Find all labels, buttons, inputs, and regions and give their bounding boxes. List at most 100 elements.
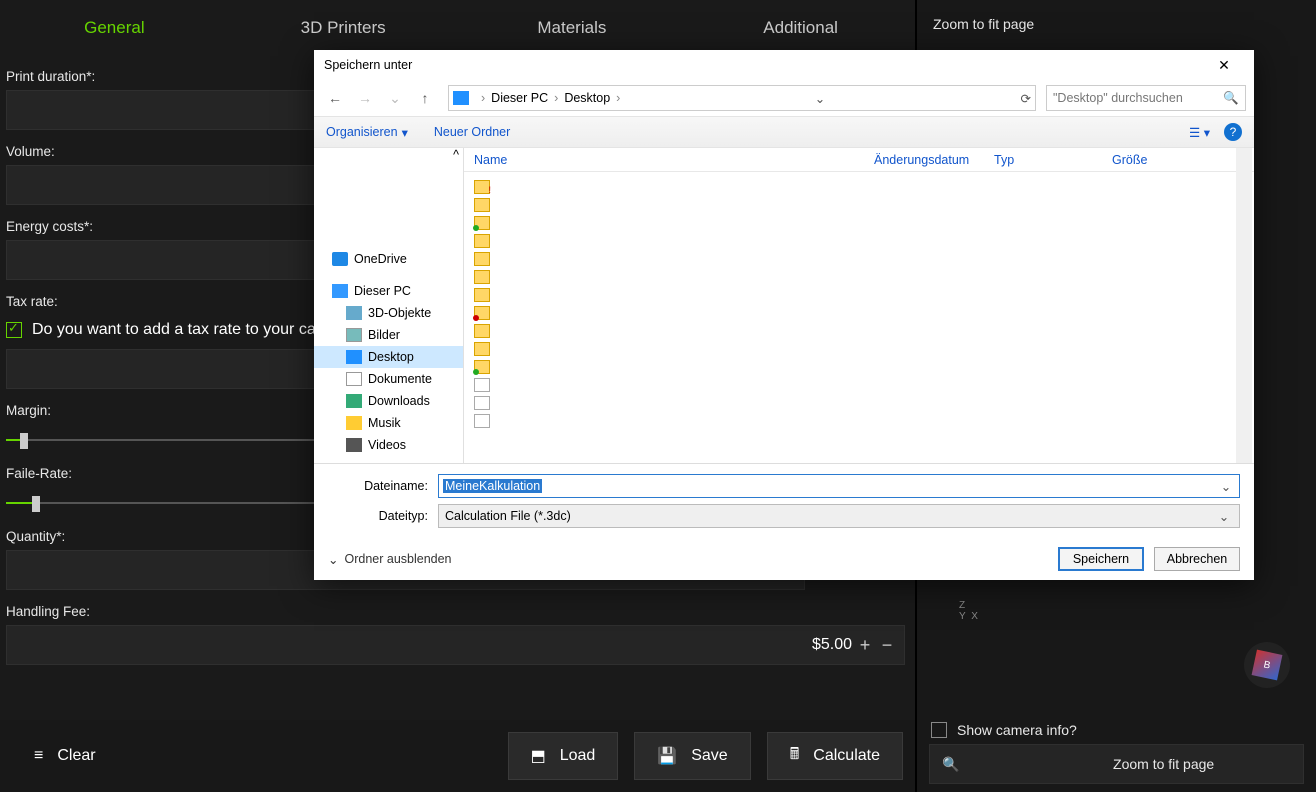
filename-input[interactable]: MeineKalkulation ⌄ xyxy=(438,474,1240,498)
tax-checkbox[interactable] xyxy=(6,322,22,338)
handling-minus-button[interactable]: − xyxy=(878,636,896,654)
tree-pictures[interactable]: Bilder xyxy=(314,324,463,346)
tabs: General 3D Printers Materials Additional xyxy=(0,0,915,55)
tree-3d-objects[interactable]: 3D-Objekte xyxy=(314,302,463,324)
picture-icon xyxy=(346,328,362,342)
zoom-title: Zoom to fit page xyxy=(929,8,1304,32)
list-item[interactable] xyxy=(474,360,490,374)
tab-additional[interactable]: Additional xyxy=(686,18,915,38)
bottom-bar: ≡ Clear ⬒ Load 💾 Save 🖩 Calculate xyxy=(0,720,915,792)
filetype-select[interactable]: Calculation File (*.3dc) ⌄ xyxy=(438,504,1240,528)
filename-value: MeineKalkulation xyxy=(443,479,542,493)
cube-icon xyxy=(346,306,362,320)
col-date[interactable]: Änderungsdatum xyxy=(864,153,984,167)
refresh-button[interactable]: ⟳ xyxy=(1021,91,1031,106)
file-list: Name Änderungsdatum Typ Größe xyxy=(464,148,1254,463)
nav-up-button[interactable]: ↑ xyxy=(412,85,438,111)
list-item[interactable] xyxy=(474,324,490,338)
handling-plus-button[interactable]: + xyxy=(856,636,874,654)
save-as-dialog: Speichern unter ✕ ← → ⌄ ↑ › Dieser PC › … xyxy=(314,50,1254,580)
filetype-value: Calculation File (*.3dc) xyxy=(445,509,571,523)
calculate-label: Calculate xyxy=(813,747,880,765)
desktop-icon xyxy=(346,350,362,364)
filetype-dropdown[interactable]: ⌄ xyxy=(1215,509,1233,524)
zoom-fit-label: Zoom to fit page xyxy=(1113,756,1214,772)
pc-icon xyxy=(332,284,348,298)
list-item[interactable] xyxy=(474,378,490,392)
tree-pc[interactable]: Dieser PC xyxy=(314,280,463,302)
view-options-button[interactable]: ☰ ▾ xyxy=(1189,125,1210,140)
calculator-icon: 🖩 xyxy=(790,743,800,770)
organize-button[interactable]: Organisieren ▾ xyxy=(326,125,408,140)
list-item[interactable] xyxy=(474,252,490,266)
save-button[interactable]: 💾 Save xyxy=(634,732,750,780)
list-item[interactable] xyxy=(474,414,490,428)
folder-tree: ^ OneDrive Dieser PC 3D-Objekte Bilder D… xyxy=(314,148,464,463)
file-list-scrollbar[interactable] xyxy=(1236,148,1252,463)
clear-icon: ≡ xyxy=(34,747,43,765)
search-placeholder: "Desktop" durchsuchen xyxy=(1053,91,1183,105)
load-icon: ⬒ xyxy=(531,746,546,766)
camera-info-label: Show camera info? xyxy=(957,722,1077,738)
breadcrumb[interactable]: › Dieser PC › Desktop › ⌄ ⟳ xyxy=(448,85,1036,111)
tree-videos[interactable]: Videos xyxy=(314,434,463,456)
close-button[interactable]: ✕ xyxy=(1204,52,1244,78)
list-item[interactable] xyxy=(474,216,490,230)
chevron-down-icon: ⌄ xyxy=(328,552,338,567)
help-button[interactable]: ? xyxy=(1224,123,1242,141)
tab-materials[interactable]: Materials xyxy=(458,18,687,38)
filename-dropdown[interactable]: ⌄ xyxy=(1217,479,1235,494)
search-icon[interactable]: 🔍 xyxy=(1223,91,1239,106)
nav-recent-button[interactable]: ⌄ xyxy=(382,85,408,111)
zoom-fit-button[interactable]: 🔍 Zoom to fit page xyxy=(929,744,1304,784)
nav-forward-button[interactable]: → xyxy=(352,85,378,111)
document-icon xyxy=(346,372,362,386)
calculate-button[interactable]: 🖩 Calculate xyxy=(767,732,903,780)
tree-scroll-up[interactable]: ^ xyxy=(453,148,459,162)
crumb-pc[interactable]: Dieser PC xyxy=(491,91,548,105)
list-item[interactable] xyxy=(474,234,490,248)
load-button[interactable]: ⬒ Load xyxy=(508,732,619,780)
tab-3d-printers[interactable]: 3D Printers xyxy=(229,18,458,38)
col-type[interactable]: Typ xyxy=(984,153,1102,167)
list-item[interactable] xyxy=(474,198,490,212)
save-label: Save xyxy=(691,747,727,765)
search-input[interactable]: "Desktop" durchsuchen 🔍 xyxy=(1046,85,1246,111)
video-icon xyxy=(346,438,362,452)
crumb-desktop[interactable]: Desktop xyxy=(564,91,610,105)
col-size[interactable]: Größe xyxy=(1102,153,1182,167)
music-icon xyxy=(346,416,362,430)
tab-general[interactable]: General xyxy=(0,18,229,38)
axis-gizmo: ZY X xyxy=(959,600,978,622)
download-icon xyxy=(346,394,362,408)
dialog-save-button[interactable]: Speichern xyxy=(1058,547,1144,571)
list-item[interactable] xyxy=(474,270,490,284)
list-item[interactable] xyxy=(474,180,490,194)
search-icon: 🔍 xyxy=(942,756,959,773)
list-item[interactable] xyxy=(474,288,490,302)
tree-music[interactable]: Musik xyxy=(314,412,463,434)
list-item[interactable] xyxy=(474,342,490,356)
dialog-cancel-button[interactable]: Abbrechen xyxy=(1154,547,1240,571)
tree-downloads[interactable]: Downloads xyxy=(314,390,463,412)
col-name[interactable]: Name xyxy=(464,153,864,167)
cloud-icon xyxy=(332,252,348,266)
clear-label: Clear xyxy=(57,747,95,765)
filename-label: Dateiname: xyxy=(328,479,438,493)
chevron-down-icon: ▾ xyxy=(402,125,408,140)
load-label: Load xyxy=(560,747,596,765)
save-icon: 💾 xyxy=(657,746,677,766)
tax-checkbox-label: Do you want to add a tax rate to your ca… xyxy=(32,321,353,339)
tree-desktop[interactable]: Desktop xyxy=(314,346,463,368)
tree-documents[interactable]: Dokumente xyxy=(314,368,463,390)
handling-input[interactable]: $5.00 + − xyxy=(6,625,905,665)
tree-onedrive[interactable]: OneDrive xyxy=(314,248,463,270)
nav-back-button[interactable]: ← xyxy=(322,85,348,111)
list-item[interactable] xyxy=(474,306,490,320)
view-cube[interactable]: B xyxy=(1244,642,1290,688)
camera-info-checkbox[interactable] xyxy=(931,722,947,738)
new-folder-button[interactable]: Neuer Ordner xyxy=(434,125,510,139)
list-item[interactable] xyxy=(474,396,490,410)
hide-folders-button[interactable]: ⌄ Ordner ausblenden xyxy=(328,552,452,567)
clear-button[interactable]: ≡ Clear xyxy=(12,732,118,780)
